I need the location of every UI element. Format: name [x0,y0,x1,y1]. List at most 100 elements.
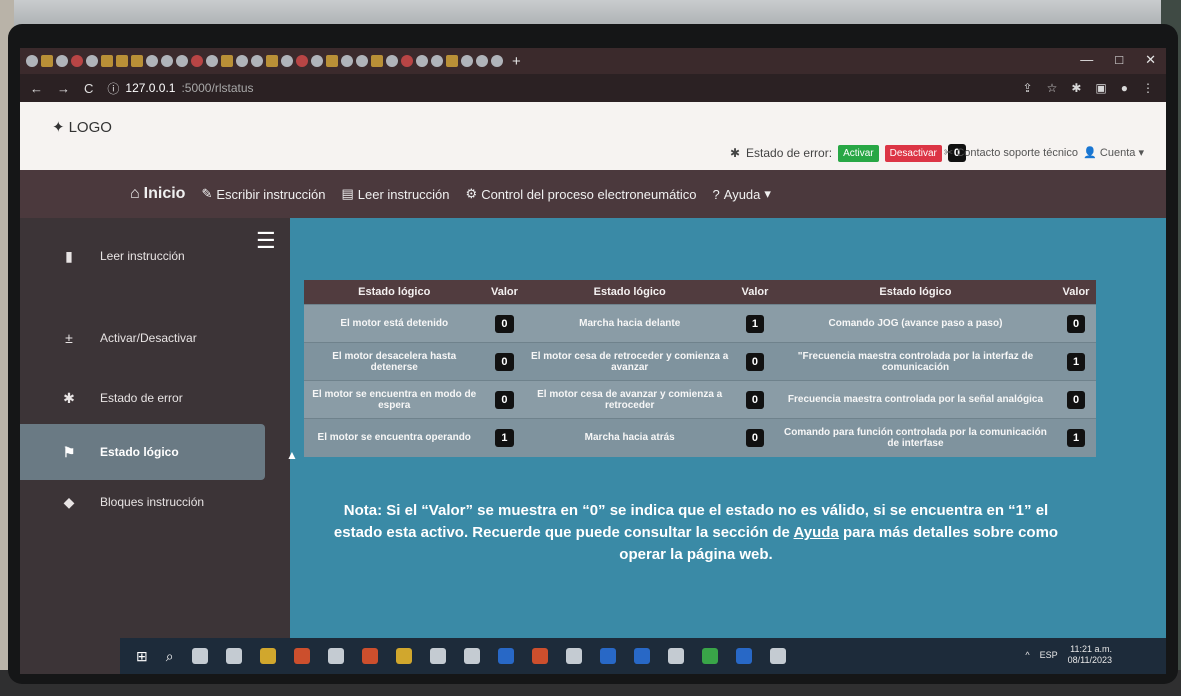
tab-favicon-icon[interactable] [251,55,263,67]
chrome-icon[interactable] [327,648,344,664]
nav-write-instruction[interactable]: ✎ Escribir instrucción [201,186,325,202]
document-icon: ▤ [341,186,354,201]
url-field[interactable]: ⓘ 127.0.0.1:5000/rlstatus [107,80,253,97]
reload-icon[interactable]: C [84,81,93,96]
tab-favicon-icon[interactable] [146,55,158,67]
tab-favicon-icon[interactable] [131,55,143,67]
activar-button[interactable]: Activar [838,144,879,162]
tab-favicon-icon[interactable] [311,55,323,67]
app-icon[interactable] [667,648,684,664]
column-header: Estado lógico [358,286,431,298]
nav-help-dropdown[interactable]: ? Ayuda ▾ [713,186,771,202]
app-icon[interactable] [599,648,616,664]
minimize-icon[interactable]: — [1080,52,1093,68]
language-indicator[interactable]: ESP [1040,650,1058,660]
nav-home[interactable]: ⌂ Inicio [130,185,185,203]
help-link[interactable]: Ayuda [794,524,839,541]
tab-favicon-icon[interactable] [176,55,188,67]
settings-icon[interactable] [225,648,242,664]
column-header: Estado lógico [879,286,952,298]
tab-favicon-icon[interactable] [371,55,383,67]
tab-favicon-icon[interactable] [101,55,113,67]
opera-icon[interactable] [293,648,310,664]
windows-start-icon[interactable]: ⊞ [136,648,148,665]
home-icon: ⌂ [130,185,140,202]
tab-favicon-icon[interactable] [341,55,353,67]
tab-favicon-icon[interactable] [221,55,233,67]
tab-favicon-icon[interactable] [431,55,443,67]
tab-favicon-icon[interactable] [236,55,248,67]
word-icon[interactable] [497,648,514,664]
tab-favicon-icon[interactable] [386,55,398,67]
error-state-label: Estado de error: [746,146,833,160]
star-icon[interactable]: ☆ [1047,81,1058,95]
spotify-icon[interactable] [701,648,718,664]
file-explorer-icon[interactable] [259,648,276,664]
account-dropdown[interactable]: 👤 Cuenta ▾ [1083,146,1144,159]
tray-arrow-icon[interactable]: ^ [1025,650,1029,660]
app-icon[interactable] [429,648,446,664]
tab-favicon-icon[interactable] [206,55,218,67]
tab-favicon-icon[interactable] [446,55,458,67]
tab-favicon-icon[interactable] [266,55,278,67]
task-view-icon[interactable] [191,648,208,664]
tab-favicon-icon[interactable] [116,55,128,67]
tab-favicon-icon[interactable] [71,55,83,67]
nav-read-instruction[interactable]: ▤ Leer instrucción [341,186,449,202]
app-icon[interactable] [395,648,412,664]
tools-icon: ✂ [944,147,954,159]
new-tab-button[interactable]: + [512,53,521,70]
app-icon[interactable] [565,648,582,664]
forward-icon[interactable]: → [57,81,70,96]
tab-favicon-icon[interactable] [41,55,53,67]
tab-favicon-icon[interactable] [26,55,38,67]
tab-favicon-icon[interactable] [191,55,203,67]
app-icon[interactable] [531,648,548,664]
contact-support-link[interactable]: ✂ Contacto soporte técnico [944,146,1078,159]
app-icon[interactable] [769,648,786,664]
tab-favicon-icon[interactable] [491,55,503,67]
app-icon[interactable] [463,648,480,664]
sidebar-item-activate[interactable]: ± Activar/Desactivar [20,310,265,366]
mail-icon[interactable] [633,648,650,664]
tab-favicon-icon[interactable] [161,55,173,67]
sidebar-item-instruction-blocks[interactable]: ◆ Bloques instrucción [20,474,265,530]
sidebar-item-read-instruction[interactable]: ▮ Leer instrucción [20,228,265,284]
tab-favicon-icon[interactable] [86,55,98,67]
tab-favicon-icon[interactable] [356,55,368,67]
tab-favicon-icon[interactable] [326,55,338,67]
clock[interactable]: 11:21 a.m. 08/11/2023 [1068,644,1112,666]
info-icon[interactable]: ⓘ [107,80,119,97]
sidebar-item-error-state[interactable]: ✱ Estado de error [20,370,265,426]
desactivar-button[interactable]: Desactivar [884,144,942,162]
tab-favicon-icon[interactable] [416,55,428,67]
sidebar-toggle-icon[interactable]: ☰ [256,228,276,254]
url-host: 127.0.0.1 [125,81,176,95]
extensions-icon[interactable]: ✱ [1071,81,1081,95]
column-header: Valor [741,286,769,298]
value-badge: 0 [745,390,764,409]
tab-favicon-icon[interactable] [281,55,293,67]
state-label: "Frecuencia maestra controlada por la in… [774,342,1056,381]
tab-favicon-icon[interactable] [296,55,308,67]
sidebar-item-label: Estado de error [100,391,183,405]
search-icon[interactable]: ⌕ [166,648,174,665]
tab-favicon-icon[interactable] [401,55,413,67]
bug-icon: ✱ [729,146,741,160]
vscode-icon[interactable] [735,648,752,664]
back-icon[interactable]: ← [30,81,43,96]
more-icon[interactable]: ⋮ [1142,81,1154,95]
maximize-icon[interactable]: □ [1115,52,1123,68]
tab-favicon-icon[interactable] [476,55,488,67]
profile-icon[interactable]: ● [1121,81,1128,95]
firefox-icon[interactable] [361,648,378,664]
logo[interactable]: ✦ LOGO [52,118,112,137]
question-icon: ? [712,186,720,202]
tab-favicon-icon[interactable] [56,55,68,67]
sidebar-item-logic-state[interactable]: ⚑ Estado lógico [20,424,265,480]
sidebar-icon[interactable]: ▣ [1095,81,1106,95]
tab-favicon-icon[interactable] [461,55,473,67]
share-icon[interactable]: ⇪ [1023,81,1033,95]
nav-process-control[interactable]: ⚙ Control del proceso electroneumático [466,186,697,202]
close-icon[interactable]: ✕ [1145,52,1156,68]
